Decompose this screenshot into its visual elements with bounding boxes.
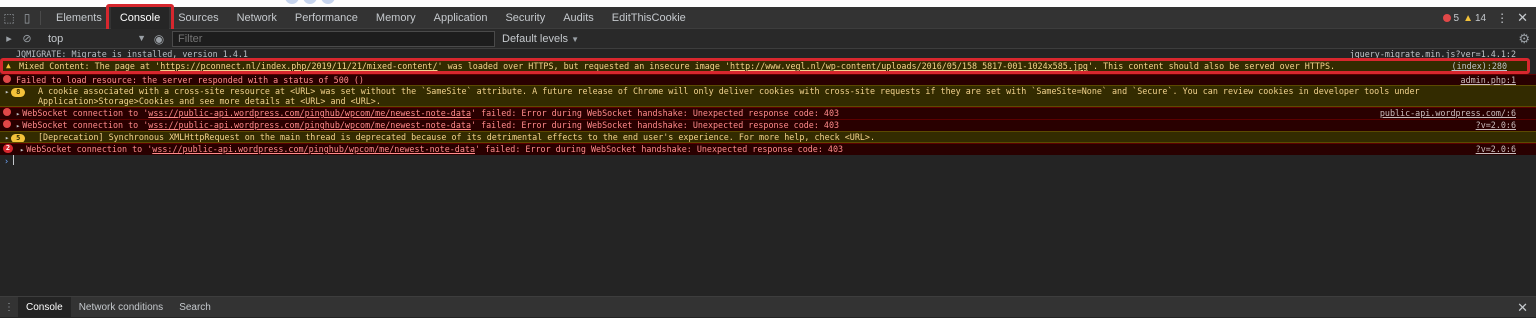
- gear-icon[interactable]: ⚙: [1518, 31, 1530, 47]
- tabbar-divider: [40, 10, 41, 25]
- highlight-frame: ▲ Mixed Content: The page at 'https://pc…: [0, 58, 1530, 74]
- expand-arrow-icon: ▸: [16, 110, 21, 118]
- issue-counter[interactable]: 5 ▲ 14: [1442, 12, 1487, 24]
- tab-security[interactable]: Security: [496, 7, 554, 29]
- message-source-link[interactable]: ?v=2.0:6: [1476, 120, 1516, 130]
- page-decoration: [285, 0, 355, 5]
- prompt-chevron-icon: ›: [4, 156, 10, 166]
- tab-sources[interactable]: Sources: [169, 7, 227, 29]
- expand-arrow-icon: ▸: [5, 88, 10, 96]
- repeat-count: 2: [3, 144, 13, 153]
- drawer-tab-network-conditions[interactable]: Network conditions: [71, 297, 171, 318]
- websocket-url-link[interactable]: wss://public-api.wordpress.com/pinghub/w…: [148, 120, 471, 130]
- live-expression-icon[interactable]: ◉: [146, 32, 172, 46]
- drawer-tab-console[interactable]: Console: [18, 296, 71, 318]
- log-levels-label: Default levels: [502, 32, 569, 45]
- filter-input[interactable]: [172, 30, 495, 47]
- error-count-icon: [1442, 13, 1451, 22]
- message-text: Failed to load resource: the server resp…: [16, 75, 364, 85]
- console-prompt[interactable]: ›: [0, 155, 1536, 167]
- message-prefix: Mixed Content: The page at ': [19, 61, 161, 71]
- message-line-2: Application>Storage>Cookies and see more…: [38, 96, 381, 106]
- message-suffix: '. This content should also be served ov…: [1087, 61, 1336, 71]
- message-suffix: ' failed: Error during WebSocket handsha…: [470, 120, 840, 130]
- log-levels-dropdown[interactable]: Default levels ▼: [502, 33, 579, 45]
- tab-network[interactable]: Network: [228, 7, 286, 29]
- message-text: JQMIGRATE: Migrate is installed, version…: [16, 49, 248, 58]
- text-cursor: [13, 155, 15, 165]
- tabbar-right: 5 ▲ 14 ⋮ ✕: [1442, 7, 1528, 29]
- error-icon: [3, 75, 11, 83]
- chevron-down-icon: ▼: [137, 32, 146, 43]
- repeat-count: 8: [11, 88, 26, 97]
- message-source-link[interactable]: jquery-migrate.min.js?ver=1.4.1:2: [1350, 49, 1516, 58]
- tab-editthiscookie[interactable]: EditThisCookie: [603, 7, 695, 29]
- repeat-count: 5: [11, 134, 26, 142]
- expand-arrow-icon: ▸: [20, 146, 25, 154]
- context-label: top: [48, 32, 64, 45]
- tab-elements[interactable]: Elements: [47, 7, 111, 29]
- close-devtools-icon[interactable]: ✕: [1517, 10, 1528, 26]
- drawer-tab-search[interactable]: Search: [171, 297, 219, 318]
- warning-count-icon: ▲: [1463, 12, 1473, 24]
- websocket-url-link[interactable]: wss://public-api.wordpress.com/pinghub/w…: [152, 144, 475, 154]
- inspect-element-icon[interactable]: ⬚: [0, 7, 18, 29]
- message-prefix: WebSocket connection to ': [22, 120, 149, 130]
- console-message-info: JQMIGRATE: Migrate is installed, version…: [0, 49, 1536, 58]
- message-text: [Deprecation] Synchronous XMLHttpRequest…: [38, 132, 876, 142]
- message-prefix: WebSocket connection to ': [22, 108, 149, 118]
- error-count: 5: [1453, 12, 1460, 24]
- console-message-websocket-error[interactable]: 2 ▸ WebSocket connection to 'wss://public…: [0, 143, 1536, 155]
- warning-count: 14: [1474, 12, 1487, 24]
- device-toolbar-icon[interactable]: ▯: [18, 7, 36, 29]
- message-suffix: ' failed: Error during WebSocket handsha…: [470, 108, 840, 118]
- error-icon: [3, 120, 11, 128]
- image-url-link[interactable]: http://www.vegl.nl/wp-content/uploads/20…: [730, 61, 1088, 71]
- console-messages: JQMIGRATE: Migrate is installed, version…: [0, 49, 1536, 294]
- websocket-url-link[interactable]: wss://public-api.wordpress.com/pinghub/w…: [148, 108, 471, 118]
- console-message-websocket-error[interactable]: ▸ WebSocket connection to 'wss://public-a…: [0, 119, 1536, 131]
- close-drawer-icon[interactable]: ✕: [1517, 300, 1528, 316]
- warning-icon: ▲: [6, 61, 11, 70]
- message-source-link[interactable]: public-api.wordpress.com/:6: [1380, 108, 1516, 118]
- context-selector[interactable]: top ▼: [36, 33, 146, 45]
- message-suffix: ' failed: Error during WebSocket handsha…: [474, 144, 844, 154]
- console-message-mixed-content: ▲ Mixed Content: The page at 'https://pc…: [3, 61, 1527, 71]
- console-message-error: Failed to load resource: the server resp…: [0, 74, 1536, 85]
- console-message-cookie-warning[interactable]: ▸ 8 A cookie associated with a cross-site…: [0, 85, 1536, 107]
- tab-memory[interactable]: Memory: [367, 7, 425, 29]
- page-url-link[interactable]: https://pconnect.nl/index.php/2019/11/21…: [160, 61, 437, 71]
- bottom-drawer: ⋮ Console Network conditions Search ✕: [0, 296, 1536, 318]
- devtools-tabbar: ⬚ ▯ Elements Console Sources Network Per…: [0, 3, 1536, 35]
- tab-performance[interactable]: Performance: [286, 7, 367, 29]
- more-options-icon[interactable]: ⋮: [1496, 11, 1508, 25]
- drawer-menu-icon[interactable]: ⋮: [0, 302, 18, 313]
- chevron-down-icon: ▼: [571, 34, 580, 44]
- console-message-websocket-error[interactable]: ▸ WebSocket connection to 'wss://public-a…: [0, 107, 1536, 119]
- tab-console[interactable]: Console: [105, 3, 175, 35]
- message-middle: ' was loaded over HTTPS, but requested a…: [437, 61, 730, 71]
- sidebar-toggle-icon[interactable]: ▸: [0, 32, 18, 45]
- message-source-link[interactable]: (index):280: [1452, 61, 1507, 71]
- message-source-link[interactable]: admin.php:1: [1461, 75, 1516, 85]
- console-toolbar: ▸ ⊘ top ▼ ◉ Default levels ▼ ⚙: [0, 29, 1536, 49]
- tab-application[interactable]: Application: [425, 7, 497, 29]
- expand-arrow-icon: ▸: [16, 122, 21, 130]
- warning-group-badge: ▸ 5: [5, 132, 26, 142]
- message-prefix: WebSocket connection to ': [26, 144, 153, 154]
- expand-arrow-icon: ▸: [5, 134, 10, 142]
- warning-group-badge: ▸ 8: [5, 86, 26, 97]
- error-icon: [3, 108, 11, 116]
- clear-console-icon[interactable]: ⊘: [18, 32, 36, 45]
- tab-audits[interactable]: Audits: [554, 7, 603, 29]
- console-message-deprecation[interactable]: ▸ 5 [Deprecation] Synchronous XMLHttpRequ…: [0, 131, 1536, 143]
- message-line-1: A cookie associated with a cross-site re…: [38, 86, 1420, 96]
- message-source-link[interactable]: ?v=2.0:6: [1476, 144, 1516, 154]
